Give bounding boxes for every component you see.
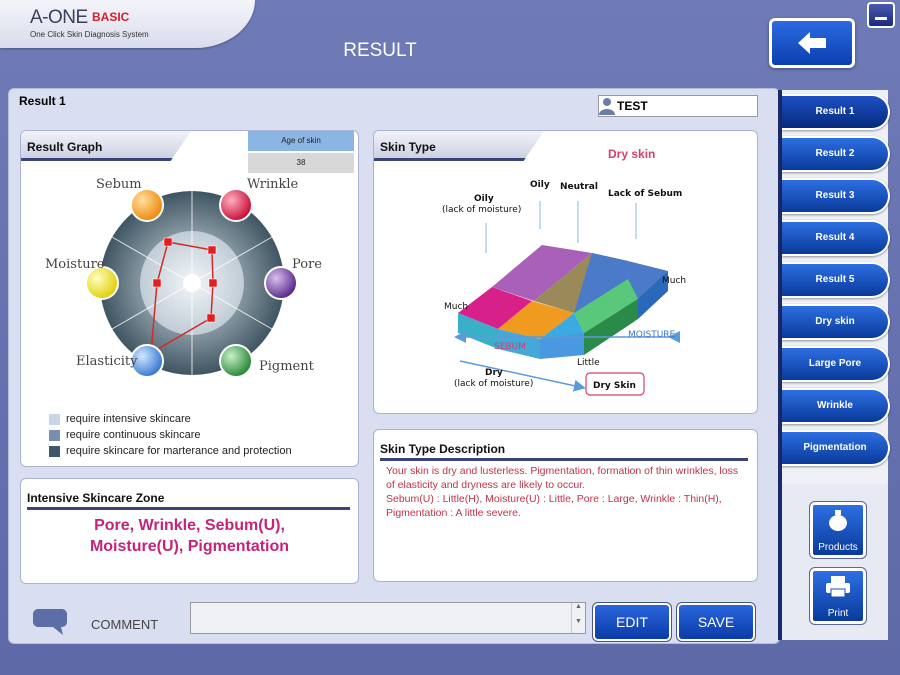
label-oily-sub: (lack of moisture) bbox=[442, 205, 521, 215]
sidebar-item-result-1[interactable]: Result 1 bbox=[782, 94, 890, 130]
skin-type-diagram: Oily (lack of moisture) Oily Neutral Lac… bbox=[442, 180, 686, 396]
description-text: Your skin is dry and lusterless. Pigment… bbox=[386, 465, 739, 519]
label-pigment: Pigment bbox=[259, 359, 315, 374]
label-little: Little bbox=[577, 358, 600, 368]
label-neutral: Neutral bbox=[560, 182, 598, 192]
minimize-icon bbox=[875, 17, 887, 20]
skin-type-title: Skin Type bbox=[374, 131, 544, 161]
graph-legend: require intensive skincare require conti… bbox=[49, 411, 292, 459]
label-dry-sub: (lack of moisture) bbox=[454, 379, 533, 389]
age-of-skin-header: Age of skin bbox=[248, 131, 354, 151]
products-icon bbox=[829, 510, 847, 531]
logo-basic-text: BASIC bbox=[92, 10, 130, 24]
sidebar-item-result-4[interactable]: Result 4 bbox=[782, 220, 890, 256]
products-label: Products bbox=[818, 542, 858, 553]
label-elasticity: Elasticity bbox=[76, 354, 138, 369]
intensive-zone-line: Moisture(U), Pigmentation bbox=[89, 538, 290, 555]
label-much-left: Much bbox=[444, 302, 468, 312]
intensive-zone-line: Pore, Wrinkle, Sebum(U), bbox=[94, 517, 285, 534]
sidebar-item-result-3[interactable]: Result 3 bbox=[782, 178, 890, 214]
page-title: RESULT bbox=[343, 40, 417, 61]
comment-scrollbar[interactable]: ▲ ▼ bbox=[571, 603, 585, 633]
logo-subtitle: One Click Skin Diagnosis System bbox=[30, 30, 149, 39]
legend-item: require continuous skincare bbox=[49, 427, 292, 443]
logo-main-text: A-ONE bbox=[30, 7, 88, 28]
sidebar-item-pigmentation[interactable]: Pigmentation bbox=[782, 430, 890, 466]
intensive-zone-text: Pore, Wrinkle, Sebum(U), Moisture(U), Pi… bbox=[21, 515, 358, 557]
products-button[interactable]: Products bbox=[809, 501, 867, 559]
label-dry: Dry bbox=[485, 368, 503, 378]
legend-item: require skincare for marterance and prot… bbox=[49, 443, 292, 459]
print-button[interactable]: Print bbox=[809, 567, 867, 625]
edit-button[interactable]: EDIT bbox=[592, 602, 672, 642]
skin-type-value: Dry skin bbox=[608, 147, 656, 161]
sebum-ball-icon bbox=[130, 188, 164, 222]
dry-skin-callout: Dry Skin bbox=[593, 381, 636, 391]
label-pore: Pore bbox=[292, 257, 322, 272]
user-name: TEST bbox=[617, 99, 648, 113]
divider bbox=[27, 507, 350, 510]
scroll-down-icon[interactable]: ▼ bbox=[572, 618, 585, 625]
label-wrinkle: Wrinkle bbox=[247, 177, 299, 192]
sidebar-list: Result 1 Result 2 Result 3 Result 4 Resu… bbox=[778, 90, 890, 484]
minimize-button[interactable] bbox=[867, 2, 895, 28]
user-box: TEST bbox=[598, 95, 758, 117]
legend-item: require intensive skincare bbox=[49, 411, 292, 427]
intensive-zone-card: Intensive Skincare Zone Pore, Wrinkle, S… bbox=[20, 478, 359, 584]
scroll-up-icon[interactable]: ▲ bbox=[572, 603, 585, 610]
wrinkle-ball-icon bbox=[219, 188, 253, 222]
sidebar: Result 1 Result 2 Result 3 Result 4 Resu… bbox=[778, 90, 890, 640]
label-oily: Oily bbox=[474, 194, 494, 204]
label-sebum-axis: SEBUM bbox=[494, 342, 526, 352]
description-card: Skin Type Description Your skin is dry a… bbox=[373, 429, 758, 582]
comment-label: COMMENT bbox=[91, 617, 159, 632]
sidebar-item-large-pore[interactable]: Large Pore bbox=[782, 346, 890, 382]
legend-swatch bbox=[49, 413, 60, 425]
main-panel: Result 1 TEST Result Graph Age of skin 3… bbox=[8, 88, 780, 644]
skin-type-card: Skin Type Dry skin Oily (lack of moistur… bbox=[373, 130, 758, 414]
sidebar-item-result-5[interactable]: Result 5 bbox=[782, 262, 890, 298]
app-logo: A-ONE BASIC One Click Skin Diagnosis Sys… bbox=[0, 0, 255, 48]
description-title: Skin Type Description bbox=[380, 442, 506, 456]
result-graph-card: Result Graph Age of skin 38 Sebum Wrinkl… bbox=[20, 130, 359, 467]
label-lack-of-sebum: Lack of Sebum bbox=[608, 189, 682, 199]
divider bbox=[380, 458, 748, 461]
result-graph-title: Result Graph bbox=[21, 131, 191, 161]
pigment-ball-icon bbox=[219, 344, 253, 378]
back-button[interactable] bbox=[769, 18, 855, 68]
sidebar-tools: Products Print bbox=[778, 484, 888, 640]
label-oily-top: Oily bbox=[530, 180, 550, 190]
print-label: Print bbox=[827, 608, 849, 619]
printer-icon bbox=[826, 576, 850, 598]
result-label: Result 1 bbox=[19, 94, 66, 108]
legend-swatch bbox=[49, 445, 60, 457]
save-button[interactable]: SAVE bbox=[676, 602, 756, 642]
intensive-zone-title: Intensive Skincare Zone bbox=[27, 491, 165, 505]
sidebar-item-result-2[interactable]: Result 2 bbox=[782, 136, 890, 172]
comment-icon bbox=[33, 609, 67, 635]
sidebar-item-dry-skin[interactable]: Dry skin bbox=[782, 304, 890, 340]
comment-input[interactable]: ▲ ▼ bbox=[190, 602, 586, 634]
arrow-left-icon bbox=[798, 32, 826, 54]
label-much-right: Much bbox=[662, 276, 686, 286]
legend-swatch bbox=[49, 429, 60, 441]
sidebar-item-wrinkle[interactable]: Wrinkle bbox=[782, 388, 890, 424]
label-sebum: Sebum bbox=[96, 177, 142, 192]
label-moisture-axis: MOISTURE bbox=[628, 330, 676, 340]
label-moisture: Moisture bbox=[45, 257, 105, 272]
user-icon bbox=[599, 98, 615, 115]
radar-graph: Sebum Wrinkle Pore Pigment Elasticity Mo… bbox=[45, 177, 322, 378]
